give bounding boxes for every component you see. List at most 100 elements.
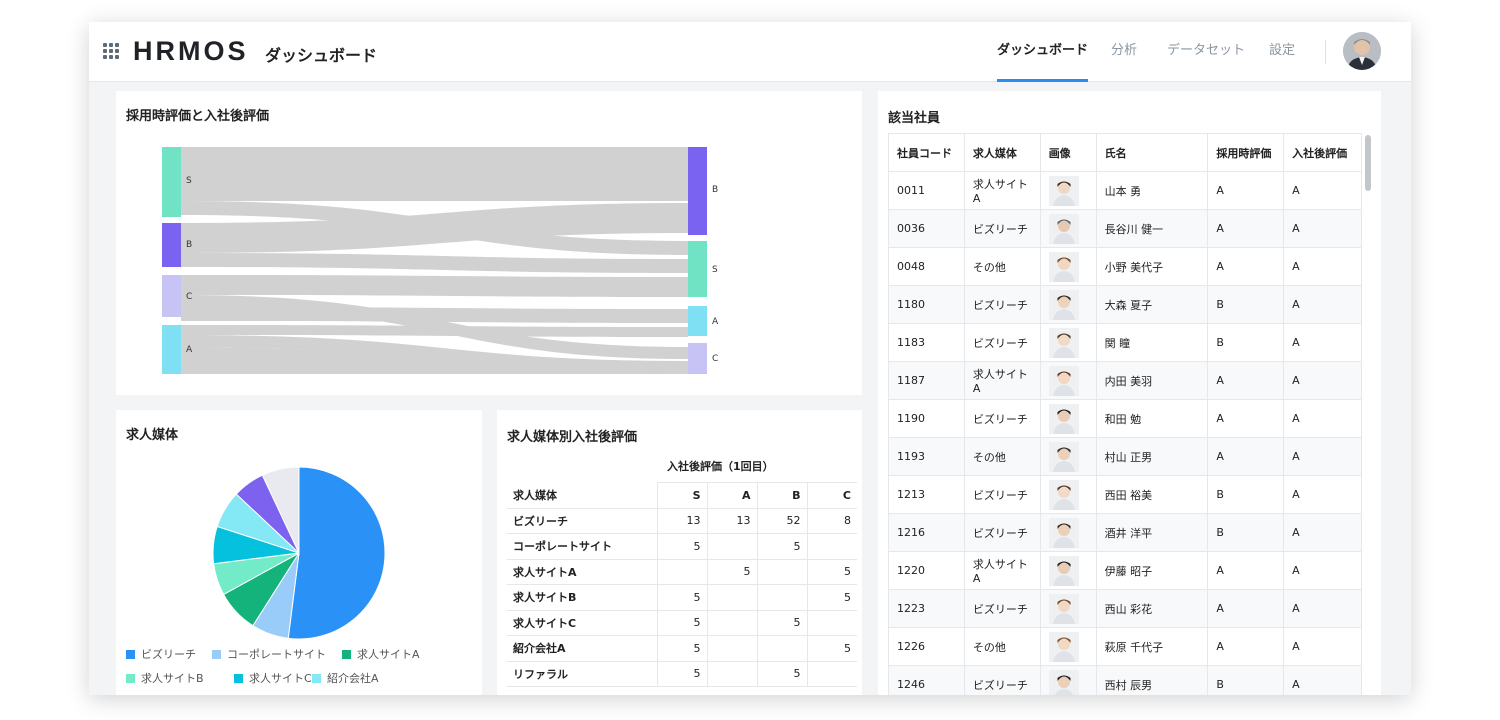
employee-photo-image: [1048, 213, 1079, 244]
table-row: リファラル 5 5: [507, 661, 857, 687]
table-row[interactable]: 1180 ビズリーチ 大森 夏子 B A: [888, 285, 1362, 324]
employee-media: ビズリーチ: [963, 323, 1041, 362]
employee-code: 1187: [888, 361, 965, 400]
employee-photo: [1039, 323, 1097, 362]
legend-item[interactable]: 求人サイトB: [126, 670, 204, 686]
table-row: 求人サイトA 5 5: [507, 559, 857, 585]
employee-photo: [1039, 437, 1097, 476]
sankey-node-right-s: [688, 241, 707, 297]
legend-label: コーポレートサイト: [227, 648, 326, 661]
table-row[interactable]: 1183 ビズリーチ 関 瞳BA: [888, 323, 1362, 362]
sankey-flow-s-b: [181, 147, 688, 201]
table-row[interactable]: 1213 ビズリーチ 西田 裕美 B A: [888, 475, 1362, 514]
column-header[interactable]: 採用時評価: [1207, 133, 1285, 172]
employee-photo: [1039, 513, 1097, 552]
table-cell: 5: [656, 661, 707, 687]
hire-evaluation: A: [1207, 589, 1285, 628]
sankey-node-right-c: [688, 343, 707, 374]
row-label: 求人サイトA: [507, 559, 657, 585]
table-cell: [706, 661, 757, 687]
employee-photo-image: [1048, 289, 1079, 320]
row-label: コーポレートサイト: [507, 533, 657, 560]
table-row[interactable]: 0011 求人サイトA 山本 勇AA: [888, 171, 1362, 210]
tab-dataset[interactable]: データセット: [1167, 22, 1245, 82]
legend-item[interactable]: ビズリーチ: [126, 646, 196, 662]
legend-item[interactable]: 求人サイトA: [342, 646, 420, 662]
table-cell: 5: [756, 610, 807, 636]
column-header[interactable]: 画像: [1039, 133, 1097, 172]
employee-photo-image: [1048, 403, 1079, 434]
employee-code: 1246: [888, 665, 965, 695]
xtab-title: 求人媒体別入社後評価: [507, 430, 638, 445]
hire-evaluation: B: [1207, 513, 1285, 552]
employee-photo-image: [1048, 441, 1079, 472]
table-cell: 5: [656, 584, 707, 611]
legend-item[interactable]: コーポレートサイト: [212, 646, 326, 662]
table-row[interactable]: 1220 求人サイトA 伊藤 昭子 A A: [888, 551, 1362, 590]
employee-name: 関 瞳: [1095, 323, 1209, 362]
table-header-row: 社員コード 求人媒体 画像 氏名 採用時評価 入社後評価: [888, 133, 1362, 172]
employee-media: ビズリーチ: [963, 285, 1041, 324]
legend-item[interactable]: 紹介会社A: [312, 670, 379, 686]
employee-photo-image: [1048, 479, 1079, 510]
sankey-right-label-c: C: [712, 354, 718, 364]
column-header[interactable]: 氏名: [1095, 133, 1209, 172]
row-label: 紹介会社A: [507, 635, 657, 662]
legend-swatch-icon: [312, 674, 321, 683]
pie-slice[interactable]: [287, 466, 386, 640]
table-cell: 13: [706, 508, 757, 534]
employee-media: その他: [963, 627, 1041, 666]
table-row: 求人サイトB 5 5: [507, 584, 857, 611]
apps-grid-icon[interactable]: [103, 43, 119, 59]
table-row[interactable]: 0048 その他 小野 美代子 A A: [888, 247, 1362, 286]
tab-settings[interactable]: 設定: [1269, 22, 1295, 82]
employee-name: 西山 彩花: [1095, 589, 1209, 628]
tab-dashboard[interactable]: ダッシュボード: [997, 22, 1089, 82]
employee-media: 求人サイトA: [963, 551, 1041, 590]
employee-media: その他: [963, 437, 1041, 476]
sankey-left-label-b: B: [186, 240, 192, 250]
sankey-flow-c-s: [181, 275, 688, 297]
table-cell: 5: [806, 559, 857, 585]
employee-name: 山本 勇: [1095, 171, 1209, 210]
column-header[interactable]: 求人媒体: [963, 133, 1041, 172]
employee-media: ビズリーチ: [963, 399, 1041, 438]
hire-evaluation: A: [1207, 399, 1285, 438]
user-avatar[interactable]: [1343, 32, 1381, 70]
table-row[interactable]: 1223 ビズリーチ 西山 彩花 A A: [888, 589, 1362, 628]
row-label: リファラル: [507, 661, 657, 687]
table-row: 紹介会社A 5 5: [507, 635, 857, 662]
table-row[interactable]: 1246 ビズリーチ 西村 辰男 B A: [888, 665, 1362, 695]
hrmos-logo[interactable]: HRMOS: [133, 36, 249, 67]
sankey-flow-c-a: [181, 307, 688, 323]
employee-photo: [1039, 361, 1097, 400]
table-scrollbar[interactable]: [1365, 135, 1371, 191]
sankey-flow-a-a: [181, 325, 688, 337]
employee-name: 西村 辰男: [1095, 665, 1209, 695]
employee-name: 村山 正男: [1095, 437, 1209, 476]
column-header[interactable]: 社員コード: [888, 133, 965, 172]
table-row[interactable]: 1187 求人サイトA 内田 美羽 A A: [888, 361, 1362, 400]
table-row[interactable]: 1190 ビズリーチ 和田 勉AA: [888, 399, 1362, 438]
table-row[interactable]: 1226 その他 萩原 千代子 A A: [888, 627, 1362, 666]
legend-swatch-icon: [126, 650, 135, 659]
column-header[interactable]: 入社後評価: [1283, 133, 1362, 172]
employee-photo: [1039, 399, 1097, 438]
employee-code: 1193: [888, 437, 965, 476]
top-header: HRMOS ダッシュボード ダッシュボード 分析 データセット 設定: [89, 22, 1411, 82]
table-cell: 5: [656, 610, 707, 636]
table-row[interactable]: 1216 ビズリーチ 酒井 洋平 B A: [888, 513, 1362, 552]
employee-name: 大森 夏子: [1095, 285, 1209, 324]
sankey-node-left-c: [162, 275, 181, 317]
tab-analysis[interactable]: 分析: [1111, 22, 1137, 82]
legend-item[interactable]: 求人サイトC: [234, 670, 312, 686]
hire-evaluation: A: [1207, 209, 1285, 248]
sankey-node-right-a: [688, 306, 707, 336]
table-row: ビズリーチ 13 13 52 8: [507, 508, 857, 534]
sankey-left-label-c: C: [186, 292, 192, 302]
table-row[interactable]: 1193 その他 村山 正男 A A: [888, 437, 1362, 476]
table-row[interactable]: 0036 ビズリーチ 長谷川 健一 A A: [888, 209, 1362, 248]
column-header: 求人媒体: [507, 482, 657, 509]
employee-media: ビズリーチ: [963, 209, 1041, 248]
employee-code: 1220: [888, 551, 965, 590]
